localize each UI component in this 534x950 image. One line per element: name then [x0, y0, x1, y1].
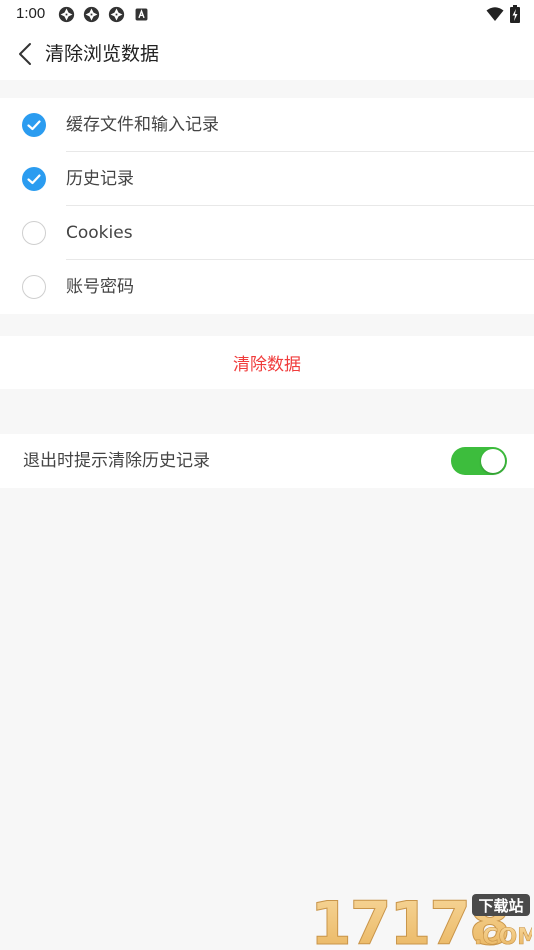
clear-data-label: 清除数据 — [233, 355, 301, 375]
exit-prompt-label: 退出时提示清除历史记录 — [23, 451, 210, 471]
checkbox-unchecked[interactable] — [22, 275, 46, 299]
exit-prompt-row: 退出时提示清除历史记录 — [0, 434, 534, 488]
battery-charging-icon — [510, 5, 520, 23]
checkmark-icon — [27, 120, 41, 131]
aperture-icon — [108, 6, 125, 23]
option-history[interactable]: 历史记录 — [0, 152, 534, 206]
page-title: 清除浏览数据 — [45, 43, 160, 65]
system-icons — [486, 5, 520, 23]
svg-text:.COM: .COM — [474, 925, 532, 948]
a-badge-icon — [135, 8, 148, 21]
status-bar: 1:00 — [0, 0, 534, 28]
site-watermark-logo: 17178 下载站 .COM — [310, 889, 533, 949]
option-label: 账号密码 — [66, 277, 134, 297]
checkbox-checked[interactable] — [22, 167, 46, 191]
clear-data-button[interactable]: 清除数据 — [0, 336, 534, 389]
aperture-icon — [58, 6, 75, 23]
option-label: Cookies — [66, 223, 133, 243]
option-account-passwords[interactable]: 账号密码 — [0, 260, 534, 314]
checkbox-unchecked[interactable] — [22, 221, 46, 245]
exit-prompt-toggle[interactable] — [451, 447, 507, 475]
clear-options-list: 缓存文件和输入记录 历史记录 Cookies 账号密码 — [0, 98, 534, 314]
app-header: 清除浏览数据 — [0, 28, 534, 80]
wifi-icon — [486, 7, 504, 21]
svg-text:下载站: 下载站 — [478, 897, 523, 915]
option-label: 缓存文件和输入记录 — [66, 115, 219, 135]
status-time: 1:00 — [16, 5, 46, 22]
toggle-knob — [481, 449, 505, 473]
option-label: 历史记录 — [66, 169, 134, 189]
back-button[interactable] — [12, 40, 38, 68]
option-cache-and-input[interactable]: 缓存文件和输入记录 — [0, 98, 534, 152]
notification-icons — [58, 6, 150, 23]
option-cookies[interactable]: Cookies — [0, 206, 534, 260]
aperture-icon — [83, 6, 100, 23]
checkmark-icon — [27, 174, 41, 185]
checkbox-checked[interactable] — [22, 113, 46, 137]
chevron-left-icon — [19, 43, 31, 65]
